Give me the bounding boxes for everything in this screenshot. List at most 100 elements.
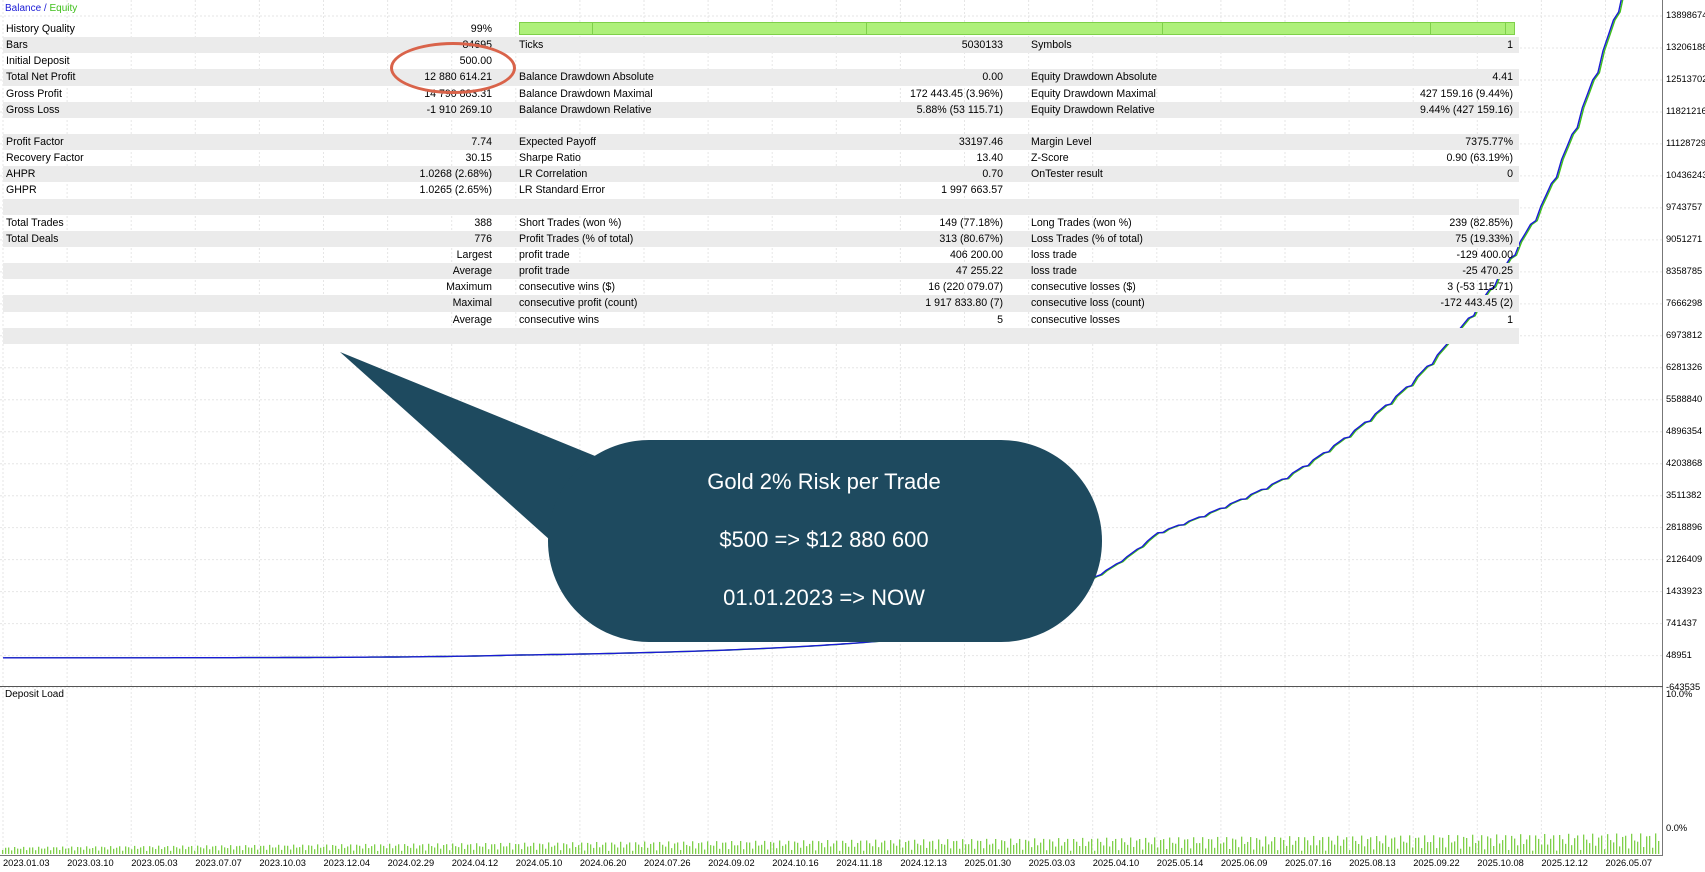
deposit-load-bar	[830, 846, 832, 854]
deposit-load-bar	[686, 844, 688, 854]
deposit-load-bar	[785, 844, 787, 854]
deposit-load-bar	[311, 845, 313, 854]
deposit-load-bar	[383, 845, 385, 854]
deposit-load-bar	[1268, 844, 1270, 854]
deposit-load-bar	[1460, 848, 1462, 854]
deposit-load-bar	[155, 848, 157, 854]
deposit-load-bar	[203, 848, 205, 854]
deposit-load-bar	[1307, 840, 1309, 854]
stat-value: 313 (80.67%)	[939, 232, 1003, 245]
deposit-load-bar	[632, 850, 634, 854]
stat-value: 427 159.16 (9.44%)	[1419, 87, 1513, 100]
deposit-load-bar	[1499, 843, 1501, 854]
deposit-load-bar	[116, 847, 118, 854]
deposit-load-bar	[638, 844, 640, 854]
deposit-load-bar	[1133, 846, 1135, 854]
stats-row: Maximal consecutive profit (count) 1 917 8…	[3, 295, 1519, 312]
stats-row: Profit Factor 7.74 Expected Payoff 33197.46…	[3, 133, 1519, 151]
deposit-load-bar	[170, 850, 172, 854]
deposit-load-bar	[248, 847, 250, 854]
deposit-load-bar	[1139, 839, 1141, 854]
deposit-load-bar	[281, 849, 283, 854]
panel-separator[interactable]	[0, 686, 1663, 687]
deposit-load-bar	[890, 840, 892, 854]
deposit-load-bar	[386, 848, 388, 854]
deposit-load-bar	[1547, 844, 1549, 854]
deposit-load-bar	[941, 843, 943, 854]
deposit-load-bar	[743, 849, 745, 854]
deposit-load-bar	[1553, 835, 1555, 854]
deposit-load-bar	[1610, 840, 1612, 854]
deposit-load-bar	[1436, 848, 1438, 854]
price-tick-label: 11821216	[1666, 105, 1705, 116]
deposit-load-bar	[122, 850, 124, 854]
deposit-load-bar	[1250, 837, 1252, 854]
deposit-load-bar	[1397, 848, 1399, 854]
deposit-load-bar	[800, 847, 802, 854]
deposit-load-bar	[587, 842, 589, 854]
deposit-load-bar	[659, 841, 661, 854]
deposit-load-bar	[653, 842, 655, 854]
deposit-load-bar	[926, 847, 928, 854]
deposit-load-bar	[695, 848, 697, 854]
stat-value: 1 917 833.80 (7)	[925, 297, 1003, 310]
deposit-load-bar	[338, 848, 340, 854]
stat-value: 4.41	[1492, 71, 1513, 84]
date-tick-label: 2025.08.13	[1349, 858, 1396, 868]
date-tick-label: 2025.10.08	[1477, 858, 1524, 868]
deposit-load-bar	[1277, 850, 1279, 854]
deposit-load-bar	[539, 843, 541, 854]
deposit-load-bar	[1619, 846, 1621, 854]
date-tick-label: 2025.09.22	[1413, 858, 1460, 868]
deposit-load-bar	[803, 840, 805, 854]
deposit-load-bar	[755, 840, 757, 854]
deposit-tick-label: 0.0%	[1666, 823, 1688, 833]
deposit-load-bar	[392, 848, 394, 854]
deposit-load-bar	[863, 850, 865, 854]
deposit-load-bar	[635, 842, 637, 854]
deposit-load-bar	[86, 846, 88, 854]
deposit-load-bar	[1343, 839, 1345, 854]
deposit-load-bar	[1484, 849, 1486, 854]
deposit-load-bar	[1022, 849, 1024, 854]
date-tick-label: 2024.10.16	[772, 858, 819, 868]
deposit-load-bar	[1493, 845, 1495, 854]
date-tick-label: 2023.07.07	[195, 858, 242, 868]
date-tick-label: 2024.07.26	[644, 858, 691, 868]
deposit-load-bar	[1349, 850, 1351, 854]
deposit-load-bar	[176, 847, 178, 854]
deposit-load-bar	[227, 848, 229, 854]
deposit-load-bar	[1085, 846, 1087, 854]
deposit-load-bar	[1586, 839, 1588, 854]
deposit-load-bar	[977, 840, 979, 854]
deposit-load-bar	[1208, 839, 1210, 854]
deposit-load-bar	[1598, 837, 1600, 854]
stat-value: Largest	[456, 248, 492, 261]
deposit-load-bar	[1271, 841, 1273, 854]
date-tick-label: 2024.02.29	[387, 858, 435, 868]
deposit-load-bar	[1214, 847, 1216, 854]
deposit-load-bar	[887, 850, 889, 854]
deposit-load-bar	[17, 848, 19, 854]
deposit-load-bar	[620, 841, 622, 854]
deposit-load-bar	[797, 842, 799, 854]
deposit-load-bar	[53, 847, 55, 854]
deposit-load-bar	[1487, 836, 1489, 854]
deposit-load-bar	[221, 845, 223, 854]
deposit-load-bar	[1115, 838, 1117, 854]
deposit-load-bar	[215, 845, 217, 854]
deposit-load-bar	[1199, 843, 1201, 854]
deposit-load-bar	[269, 844, 271, 854]
deposit-load-bar	[1481, 835, 1483, 854]
deposit-load-bar	[419, 845, 421, 854]
deposit-load-bar	[500, 842, 502, 854]
stat-value: 1.0268 (2.68%)	[419, 168, 492, 181]
date-tick-label: 2024.05.10	[515, 858, 563, 868]
stat-value: 9.44% (427 159.16)	[1419, 103, 1513, 116]
deposit-load-bar	[905, 842, 907, 854]
deposit-load-bar	[1310, 845, 1312, 854]
deposit-load-bar	[1646, 836, 1648, 854]
deposit-load-bar	[596, 841, 598, 854]
deposit-load-bar	[251, 847, 253, 854]
price-tick-label: 7666298	[1666, 297, 1703, 308]
